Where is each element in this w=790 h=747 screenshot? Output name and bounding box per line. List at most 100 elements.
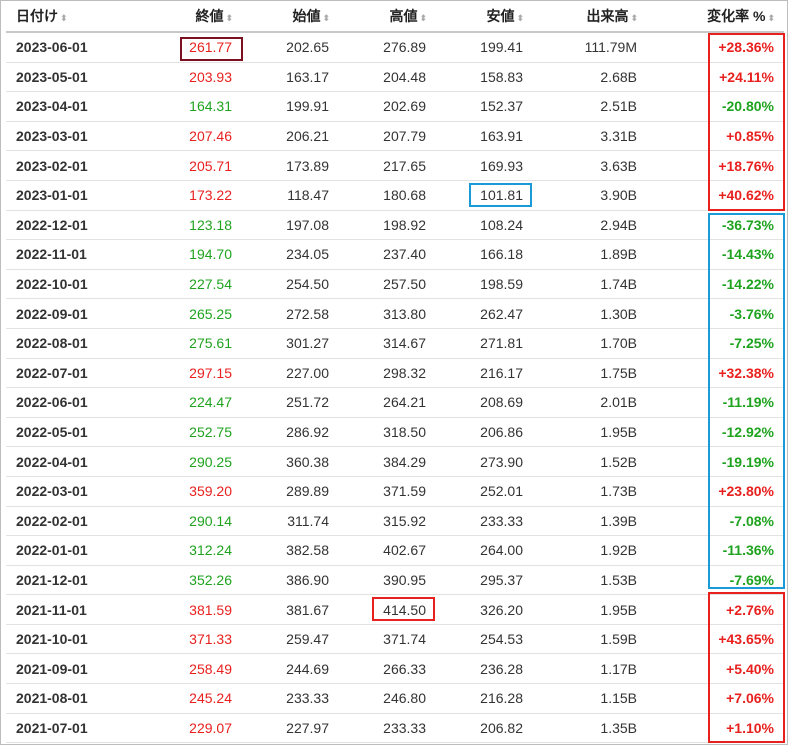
cell-open: 272.58 — [242, 298, 339, 329]
table-row: 2021-10-01 371.33 259.47 371.74 254.53 1.59B +… — [6, 624, 784, 655]
cell-open: 381.67 — [242, 594, 339, 625]
cell-low: 264.00 — [436, 535, 533, 566]
cell-high: 414.50 — [339, 594, 436, 625]
table-row: 2021-09-01 258.49 244.69 266.33 236.28 1.17B +… — [6, 653, 784, 685]
cell-volume: 1.59B — [533, 624, 647, 655]
cell-low: 271.81 — [436, 328, 533, 359]
cell-low: 108.24 — [436, 210, 533, 241]
cell-date: 2022-05-01 — [6, 417, 116, 448]
cell-low: 326.20 — [436, 594, 533, 625]
cell-change: +40.62% — [647, 180, 784, 211]
cell-low: 198.59 — [436, 269, 533, 300]
cell-date: 2022-06-01 — [6, 387, 116, 418]
table-body: 2023-06-01 261.77 202.65 276.89 199.41 111.79… — [6, 32, 784, 744]
cell-volume: 1.92B — [533, 535, 647, 566]
table-row: 2022-11-01 194.70 234.05 237.40 166.18 1.89B -… — [6, 239, 784, 270]
cell-high: 402.67 — [339, 535, 436, 566]
cell-change: +7.06% — [647, 683, 784, 714]
cell-date: 2022-07-01 — [6, 358, 116, 389]
column-header-volume[interactable]: 出来高 ⬍ — [533, 1, 647, 33]
cell-date: 2021-12-01 — [6, 565, 116, 596]
cell-date: 2021-10-01 — [6, 624, 116, 655]
cell-date: 2022-10-01 — [6, 269, 116, 300]
cell-volume: 2.01B — [533, 387, 647, 418]
cell-low: 101.81 — [436, 180, 533, 211]
cell-open: 206.21 — [242, 121, 339, 152]
table-row: 2022-07-01 297.15 227.00 298.32 216.17 1.75B +… — [6, 358, 784, 389]
cell-date: 2023-01-01 — [6, 180, 116, 211]
cell-close: 261.77 — [116, 32, 242, 63]
cell-change: -36.73% — [647, 210, 784, 241]
cell-change: -14.43% — [647, 239, 784, 270]
column-header-low[interactable]: 安値 ⬍ — [436, 1, 533, 33]
price-history-table: 日付け ⬍ 終値 ⬍ 始値 ⬍ 高値 ⬍ 安値 ⬍ 出来高 ⬍ 変化率 % ⬍ 2023-06… — [6, 1, 784, 744]
cell-low: 163.91 — [436, 121, 533, 152]
cell-change: -14.22% — [647, 269, 784, 300]
cell-date: 2021-11-01 — [6, 594, 116, 625]
cell-low: 216.17 — [436, 358, 533, 389]
cell-high: 217.65 — [339, 150, 436, 181]
cell-open: 386.90 — [242, 565, 339, 596]
cell-date: 2022-03-01 — [6, 476, 116, 507]
cell-low: 152.37 — [436, 91, 533, 122]
table-row: 2022-08-01 275.61 301.27 314.67 271.81 1.70B -… — [6, 328, 784, 359]
cell-close: 265.25 — [116, 298, 242, 329]
table-row: 2021-08-01 245.24 233.33 246.80 216.28 1.15B +… — [6, 683, 784, 714]
cell-close: 123.18 — [116, 210, 242, 241]
table-row: 2022-09-01 265.25 272.58 313.80 262.47 1.30B -… — [6, 298, 784, 329]
sort-icon: ⬍ — [516, 13, 523, 23]
column-header-open[interactable]: 始値 ⬍ — [242, 1, 339, 33]
cell-close: 245.24 — [116, 683, 242, 714]
table-row: 2022-03-01 359.20 289.89 371.59 252.01 1.73B +… — [6, 476, 784, 507]
cell-volume: 1.53B — [533, 565, 647, 596]
cell-change: -7.69% — [647, 565, 784, 596]
cell-low: 206.86 — [436, 417, 533, 448]
table-row: 2022-10-01 227.54 254.50 257.50 198.59 1.74B -… — [6, 269, 784, 300]
column-header-date[interactable]: 日付け ⬍ — [6, 1, 116, 33]
cell-close: 381.59 — [116, 594, 242, 625]
cell-date: 2021-07-01 — [6, 713, 116, 744]
cell-date: 2023-06-01 — [6, 32, 116, 63]
cell-date: 2022-08-01 — [6, 328, 116, 359]
table-row: 2023-01-01 173.22 118.47 180.68 101.81 3.90B +… — [6, 180, 784, 211]
cell-date: 2022-12-01 — [6, 210, 116, 241]
cell-low: 254.53 — [436, 624, 533, 655]
cell-close: 352.26 — [116, 565, 242, 596]
column-header-close[interactable]: 終値 ⬍ — [116, 1, 242, 33]
cell-open: 311.74 — [242, 506, 339, 537]
cell-low: 208.69 — [436, 387, 533, 418]
cell-date: 2023-05-01 — [6, 62, 116, 93]
cell-change: +18.76% — [647, 150, 784, 181]
cell-open: 163.17 — [242, 62, 339, 93]
cell-volume: 3.31B — [533, 121, 647, 152]
cell-open: 360.38 — [242, 446, 339, 477]
cell-date: 2022-01-01 — [6, 535, 116, 566]
cell-close: 359.20 — [116, 476, 242, 507]
cell-change: +24.11% — [647, 62, 784, 93]
column-header-high[interactable]: 高値 ⬍ — [339, 1, 436, 33]
cell-volume: 1.73B — [533, 476, 647, 507]
cell-date: 2022-09-01 — [6, 298, 116, 329]
cell-low: 206.82 — [436, 713, 533, 744]
cell-open: 197.08 — [242, 210, 339, 241]
cell-open: 227.00 — [242, 358, 339, 389]
cell-high: 204.48 — [339, 62, 436, 93]
cell-high: 264.21 — [339, 387, 436, 418]
cell-high: 371.59 — [339, 476, 436, 507]
table-row: 2022-06-01 224.47 251.72 264.21 208.69 2.01B -… — [6, 387, 784, 418]
cell-low: 166.18 — [436, 239, 533, 270]
cell-volume: 1.17B — [533, 653, 647, 685]
cell-change: -12.92% — [647, 417, 784, 448]
cell-low: 233.33 — [436, 506, 533, 537]
table-row: 2023-06-01 261.77 202.65 276.89 199.41 111.79… — [6, 32, 784, 63]
table-row: 2023-02-01 205.71 173.89 217.65 169.93 3.63B +… — [6, 150, 784, 181]
cell-open: 254.50 — [242, 269, 339, 300]
cell-high: 202.69 — [339, 91, 436, 122]
cell-high: 390.95 — [339, 565, 436, 596]
cell-open: 289.89 — [242, 476, 339, 507]
cell-volume: 1.15B — [533, 683, 647, 714]
table-row: 2022-02-01 290.14 311.74 315.92 233.33 1.39B -… — [6, 506, 784, 537]
table-row: 2022-12-01 123.18 197.08 198.92 108.24 2.94B -… — [6, 210, 784, 241]
column-header-change[interactable]: 変化率 % ⬍ — [647, 1, 784, 33]
cell-close: 258.49 — [116, 653, 242, 685]
